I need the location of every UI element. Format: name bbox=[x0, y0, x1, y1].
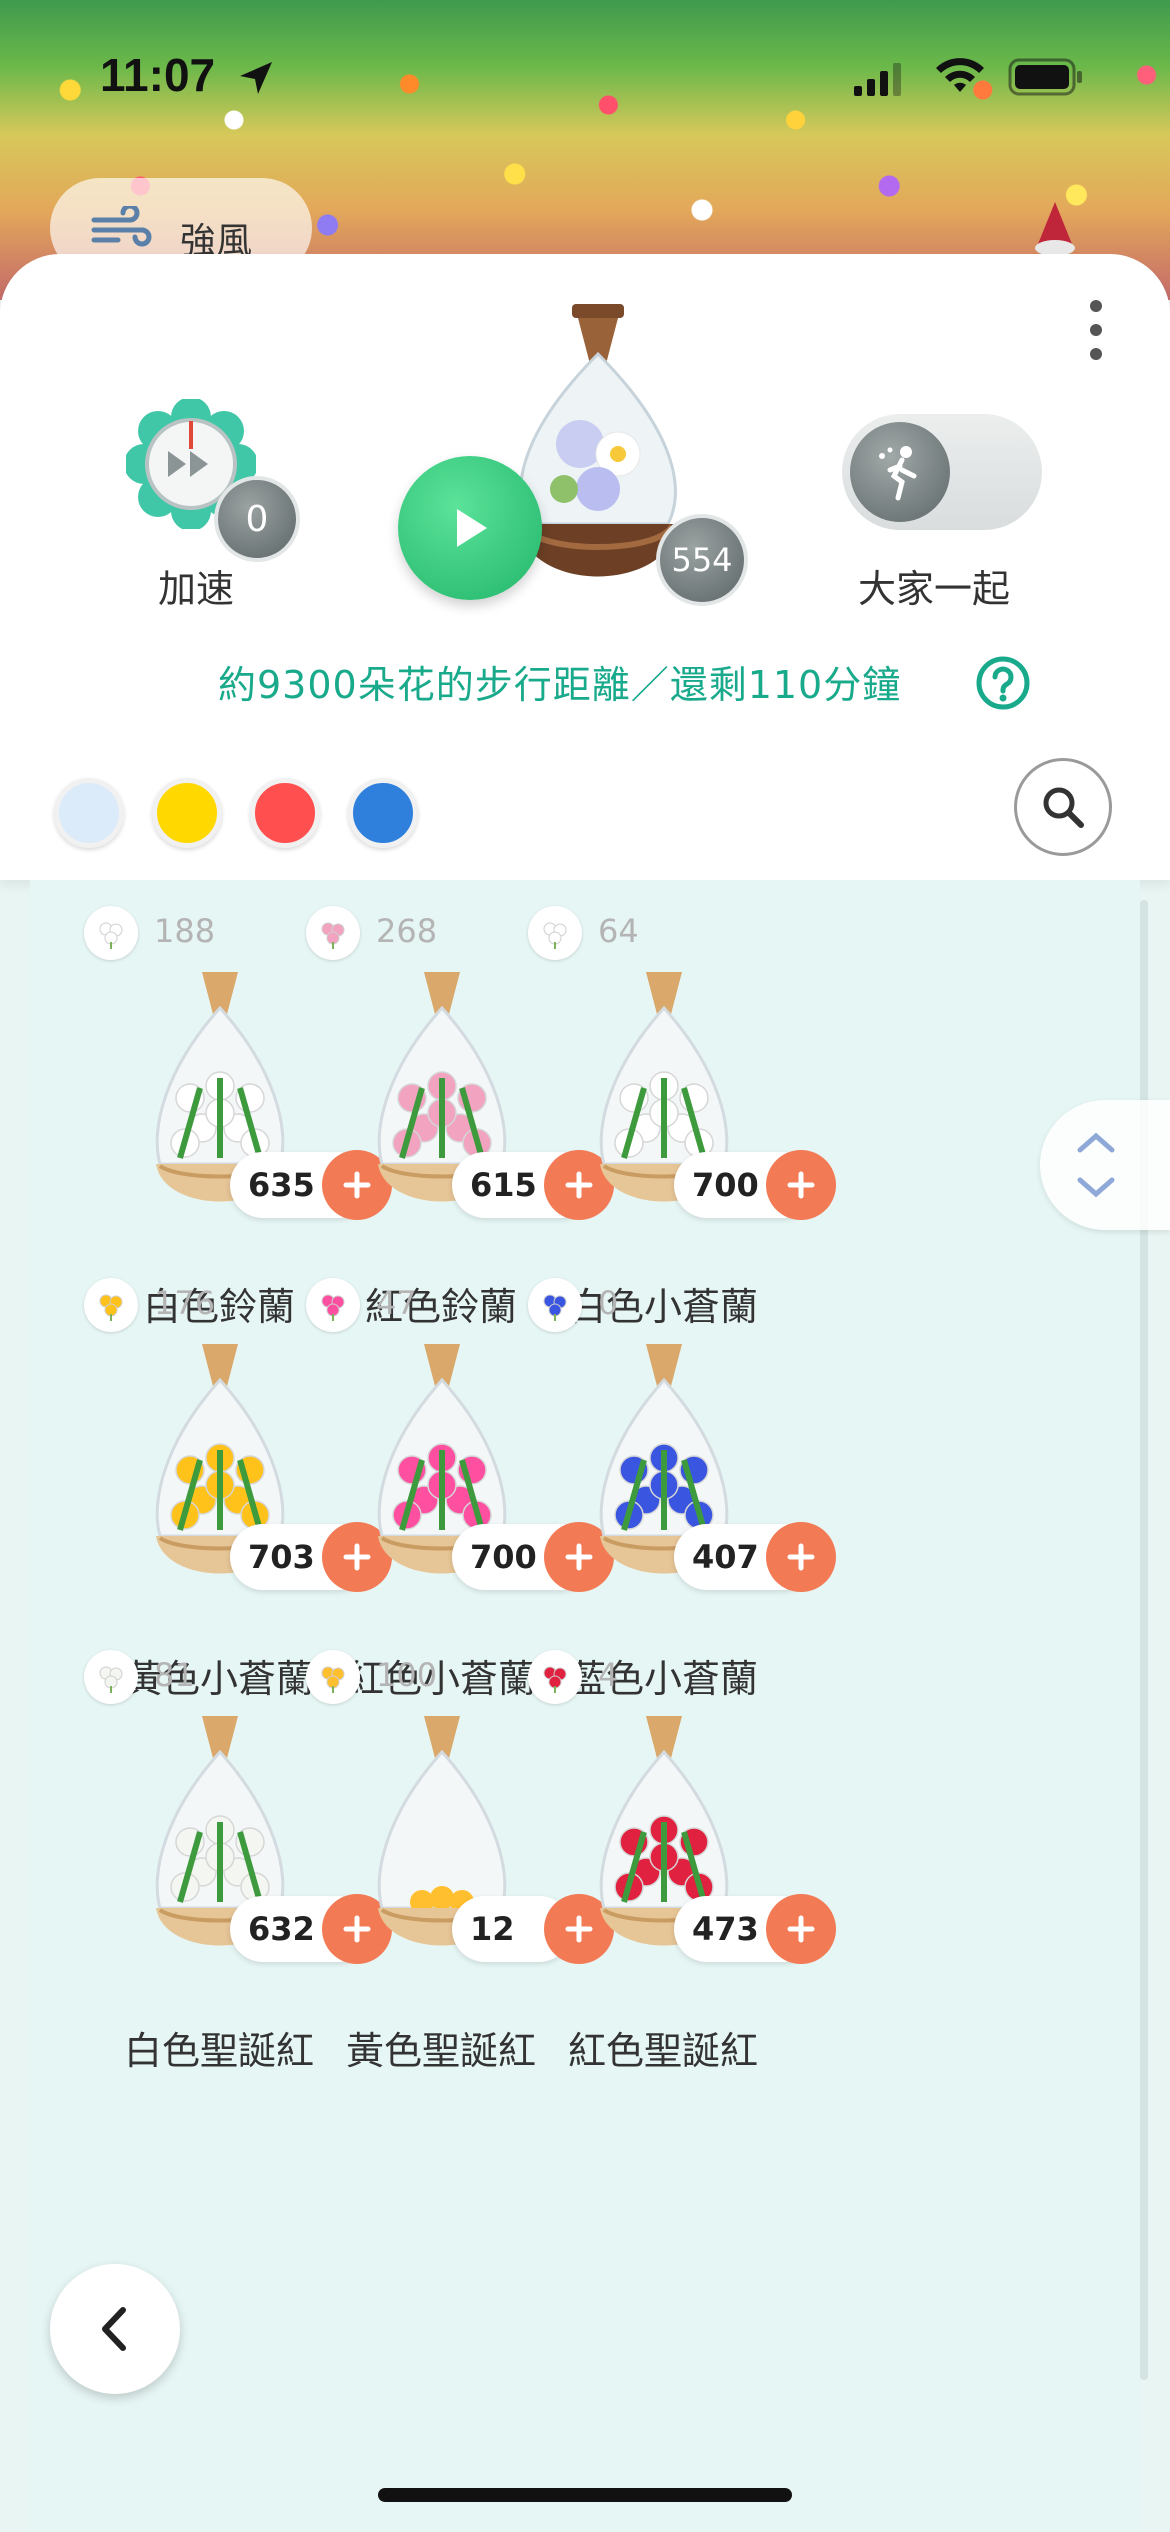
search-button[interactable] bbox=[1014, 758, 1112, 856]
together-toggle[interactable] bbox=[842, 414, 1042, 530]
chevron-up-down-icon bbox=[1077, 1132, 1115, 1198]
status-time: 11:07 bbox=[100, 49, 216, 101]
seed-count: 176 bbox=[154, 1284, 216, 1322]
play-button[interactable] bbox=[398, 456, 542, 600]
seed-icon bbox=[84, 1650, 138, 1704]
signal-icon bbox=[854, 63, 901, 96]
back-button[interactable] bbox=[50, 2264, 180, 2394]
seed-count: 0 bbox=[598, 1284, 619, 1322]
seed-count: 4 bbox=[598, 1656, 619, 1694]
cone-marker-icon bbox=[1035, 202, 1075, 256]
more-options-icon[interactable] bbox=[1086, 298, 1106, 362]
together-knob bbox=[850, 422, 950, 522]
wifi-icon bbox=[936, 58, 984, 92]
home-indicator bbox=[378, 2488, 792, 2502]
add-button[interactable] bbox=[766, 1522, 836, 1592]
plus-icon bbox=[787, 1915, 815, 1943]
seed-icon bbox=[528, 1650, 582, 1704]
battery-icon bbox=[1008, 58, 1082, 96]
play-icon bbox=[457, 509, 487, 547]
seed-icon bbox=[84, 1278, 138, 1332]
seed-count: 81 bbox=[154, 1656, 195, 1694]
seed-icon bbox=[84, 906, 138, 960]
seed-icon bbox=[306, 1650, 360, 1704]
add-button[interactable] bbox=[766, 1894, 836, 1964]
walking-people-icon bbox=[879, 446, 917, 501]
seed-count: 100 bbox=[376, 1656, 438, 1694]
seed-icon bbox=[528, 906, 582, 960]
color-filter-light-blue[interactable] bbox=[54, 778, 124, 848]
seed-count: 64 bbox=[598, 912, 639, 950]
planting-card: 0 加速 554 大家一起 約9300朵花的步行距離／還剩110分鐘 bbox=[0, 254, 1170, 880]
color-filter-yellow[interactable] bbox=[152, 778, 222, 848]
speed-up-label: 加速 bbox=[158, 567, 235, 611]
plus-icon bbox=[787, 1543, 815, 1571]
status-bar: 11:07 bbox=[0, 0, 1170, 150]
chevron-left-icon bbox=[102, 2307, 126, 2351]
add-button[interactable] bbox=[766, 1150, 836, 1220]
flower-card[interactable]: 4 473 紅色聖誕紅 bbox=[484, 1624, 842, 2224]
plus-icon bbox=[787, 1171, 815, 1199]
help-icon[interactable] bbox=[976, 656, 1030, 710]
flower-grid: 188 635 白色鈴蘭 268 615 紅色鈴蘭 64 700 白色小蒼蘭 176 703 黃色小蒼… bbox=[30, 880, 1140, 2532]
wind-icon bbox=[91, 206, 152, 247]
color-filter-red[interactable] bbox=[250, 778, 320, 848]
speed-up-count: 0 bbox=[214, 476, 300, 562]
scroll-arrows-button[interactable] bbox=[1040, 1100, 1170, 1230]
main-flower-count: 554 bbox=[656, 514, 748, 606]
search-icon bbox=[1043, 787, 1084, 828]
seed-icon bbox=[306, 1278, 360, 1332]
seed-count: 188 bbox=[154, 912, 216, 950]
together-label: 大家一起 bbox=[858, 567, 1011, 611]
seed-count: 47 bbox=[376, 1284, 417, 1322]
seed-count: 268 bbox=[376, 912, 438, 950]
seed-icon bbox=[306, 906, 360, 960]
seed-icon bbox=[528, 1278, 582, 1332]
location-arrow-icon bbox=[240, 62, 272, 94]
flower-name: 紅色聖誕紅 bbox=[567, 2029, 758, 2073]
color-filter-blue[interactable] bbox=[348, 778, 418, 848]
walk-distance-info: 約9300朵花的步行距離／還剩110分鐘 bbox=[218, 663, 902, 707]
